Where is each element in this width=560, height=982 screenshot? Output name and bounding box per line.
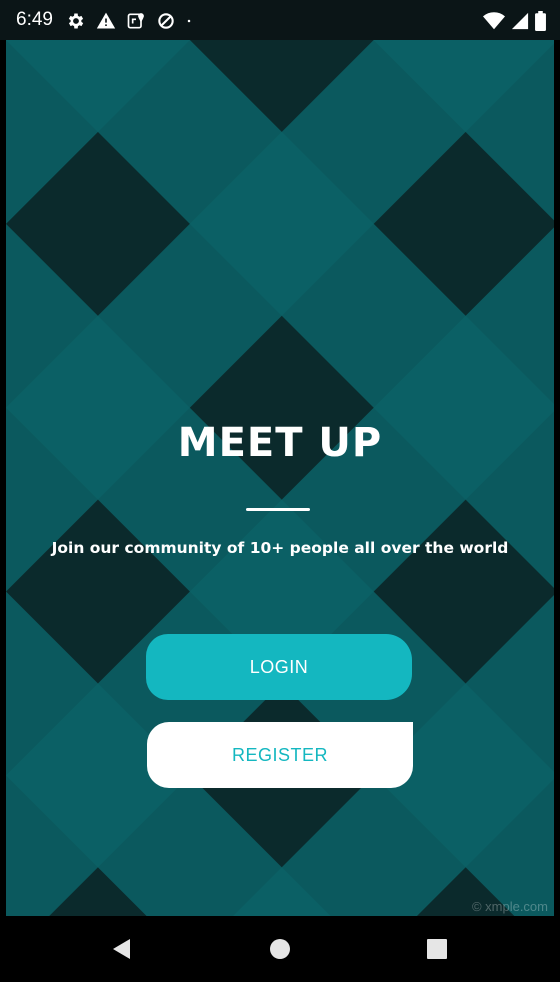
back-icon: [113, 939, 130, 959]
home-button[interactable]: [265, 934, 295, 964]
app-screen: 6:49 MEET UP Join our community of 10+ p…: [0, 0, 560, 982]
register-button[interactable]: REGISTER: [147, 722, 413, 788]
notification-icons: [66, 10, 198, 32]
system-icons: [483, 10, 546, 32]
warning-icon: [96, 12, 116, 29]
signal-icon: [511, 12, 529, 30]
recents-icon: [427, 939, 447, 959]
battery-icon: [535, 11, 546, 31]
data-saver-icon: [158, 13, 174, 29]
status-bar: 6:49: [0, 0, 560, 40]
recents-button[interactable]: [422, 934, 452, 964]
watermark: © xmple.com: [471, 899, 548, 914]
login-button[interactable]: LOGIN: [146, 634, 412, 700]
home-icon: [270, 939, 290, 959]
dot-icon: [187, 19, 191, 23]
app-title: MEET UP: [177, 420, 383, 466]
title-divider: [246, 508, 310, 511]
maps-icon: [127, 13, 144, 29]
gear-icon: [68, 13, 84, 29]
wifi-icon: [483, 12, 505, 30]
status-time: 6:49: [16, 9, 53, 30]
welcome-screen: MEET UP Join our community of 10+ people…: [6, 40, 554, 916]
navigation-bar: [0, 916, 560, 982]
tagline: Join our community of 10+ people all ove…: [51, 539, 509, 557]
back-button[interactable]: [106, 934, 136, 964]
